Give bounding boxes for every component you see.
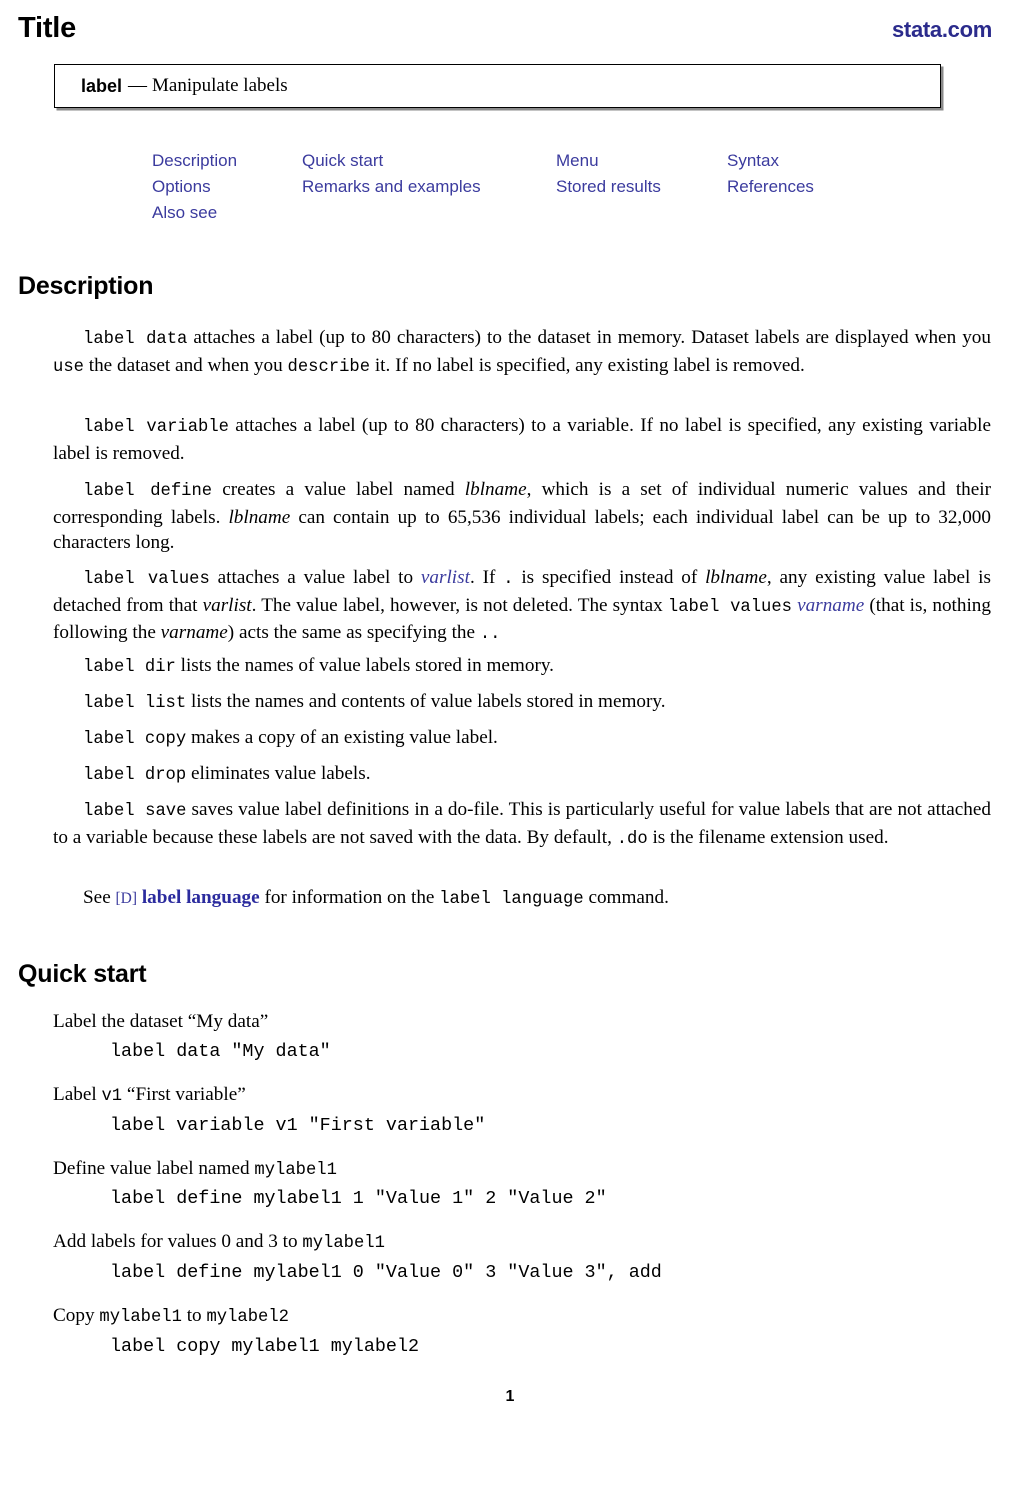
title-dash: — [128,75,148,96]
qs4-text-pre: Add labels for values 0 and 3 to [53,1231,303,1252]
paragraph-see-also-label-language: See [D] label language for information o… [53,885,991,913]
paragraph-label-list: label list lists the names and contents … [53,689,991,717]
code-label-define: label define [83,482,213,501]
text-p4-c: is specified instead of [513,567,706,588]
nav-link-references[interactable]: References [727,174,907,200]
code-label-dir: label dir [83,658,176,677]
code-label-data: label data [83,330,188,349]
quickstart-code-5: label copy mylabel1 mylabel2 [110,1336,420,1357]
italic-varname: varname [160,622,228,644]
code-label-language: label language [439,890,584,909]
code-label-drop: label drop [83,766,187,785]
qs2-text-quoted: “First variable” [122,1084,246,1105]
qs5-code-mylabel2: mylabel2 [206,1308,289,1327]
code-do-extension: .do [616,829,648,849]
paragraph-label-save: label save saves value label definitions… [53,797,991,852]
nav-row-2: Options Remarks and examples Stored resu… [152,174,952,200]
text-p1-c: it. If no label is specified, any existi… [370,354,805,376]
text-p3-a: creates a value label named [212,479,465,500]
quickstart-code-4: label define mylabel1 0 "Value 0" 3 "Val… [110,1262,662,1283]
text-p4-e: . The value label, however, is not delet… [251,594,668,616]
code-use: use [53,357,84,377]
italic-lblname-1: lblname [464,479,527,500]
paragraph-label-values: label values attaches a value label to v… [53,565,991,648]
nav-link-quick-start[interactable]: Quick start [302,148,556,174]
code-label-save: label save [83,802,187,821]
quickstart-label-5: Copy mylabel1 to mylabel2 [53,1303,993,1330]
qs2-text-pre: Label [53,1084,102,1105]
paragraph-label-define: label define creates a value label named… [53,477,991,556]
text-p4-g: ) acts the same as specifying the [227,622,480,644]
document-page: Title stata.com label — Manipulate label… [0,0,1020,1492]
nav-row-3: Also see [152,200,952,226]
command-title-box: label — Manipulate labels [54,64,941,108]
quickstart-label-1: Label the dataset “My data” [53,1009,993,1034]
nav-row-1: Description Quick start Menu Syntax [152,148,952,174]
qs3-code-mylabel1: mylabel1 [254,1161,337,1180]
qs1-text-quoted: “My data” [187,1011,269,1032]
text-p6: lists the names and contents of value la… [186,691,666,712]
text-p4-a: attaches a value label to [209,567,421,588]
paragraph-label-drop: label drop eliminates value labels. [53,761,991,789]
paragraph-label-dir: label dir lists the names of value label… [53,653,991,681]
command-name: label [81,75,123,96]
page-title: Title [18,12,77,44]
code-describe: describe [287,357,371,377]
code-label-copy: label copy [83,730,187,749]
page-number: 1 [505,1388,515,1405]
code-label-list: label list [83,694,187,713]
nav-link-stored-results[interactable]: Stored results [556,174,727,200]
nav-link-syntax[interactable]: Syntax [727,148,907,174]
link-varlist[interactable]: varlist [421,567,470,588]
italic-lblname-2: lblname [228,506,291,528]
section-nav-links: Description Quick start Menu Syntax Opti… [152,148,952,226]
quickstart-code-1: label data "My data" [110,1041,331,1062]
code-label-values: label values [83,570,210,589]
italic-varlist: varlist [202,594,252,616]
text-p8: eliminates value labels. [186,763,371,784]
code-label-values-2: label values [667,597,792,617]
quickstart-label-2: Label v1 “First variable” [53,1082,993,1109]
text-p5: lists the names of value labels stored i… [175,655,554,676]
qs5-text-mid: to [181,1305,207,1326]
link-label-language[interactable]: label language [142,887,260,908]
code-label-variable: label variable [83,418,229,437]
nav-link-menu[interactable]: Menu [556,148,727,174]
nav-link-remarks-and-examples[interactable]: Remarks and examples [302,174,556,200]
nav-link-options[interactable]: Options [152,174,302,200]
text-p4-b: . If [469,567,504,588]
paragraph-label-data: label data attaches a label (up to 80 ch… [53,325,991,380]
stata-com-link[interactable]: stata.com [892,19,992,41]
qs2-code-v1: v1 [101,1087,123,1106]
italic-lblname-3: lblname [705,567,767,588]
text-p1-a: attaches a label (up to 80 characters) t… [187,327,991,348]
qs1-text-pre: Label the dataset [53,1011,188,1032]
heading-description: Description [18,272,154,300]
nav-link-also-see[interactable]: Also see [152,200,302,226]
text-p10-b: for information on the [259,887,440,908]
paragraph-label-copy: label copy makes a copy of an existing v… [53,725,991,753]
quickstart-label-4: Add labels for values 0 and 3 to mylabel… [53,1229,993,1256]
quickstart-label-3: Define value label named mylabel1 [53,1156,993,1183]
qs5-code-mylabel1: mylabel1 [99,1308,182,1327]
text-p9-b: is the filename extension used. [647,826,889,848]
quickstart-code-2: label variable v1 "First variable" [110,1115,486,1136]
nav-link-description[interactable]: Description [152,148,302,174]
link-varname[interactable]: varname [797,595,864,616]
qs4-code-mylabel1: mylabel1 [302,1234,385,1253]
text-p1-b: the dataset and when you [83,354,288,376]
quickstart-code-3: label define mylabel1 1 "Value 1" 2 "Val… [110,1188,607,1209]
manual-reference-bracket: [D] [115,890,138,907]
page-header: Title stata.com [18,14,992,43]
text-p7: makes a copy of an existing value label. [186,727,498,748]
command-subtitle: Manipulate labels [152,75,288,96]
qs5-text-pre: Copy [53,1305,100,1326]
qs3-text-pre: Define value label named [53,1158,255,1179]
paragraph-label-variable: label variable attaches a label (up to 8… [53,413,991,466]
code-dotdot: .. [479,625,501,645]
text-p10-a: See [83,887,116,908]
code-dot: . [503,570,514,589]
text-p10-c: command. [583,887,669,908]
heading-quick-start: Quick start [18,960,147,988]
